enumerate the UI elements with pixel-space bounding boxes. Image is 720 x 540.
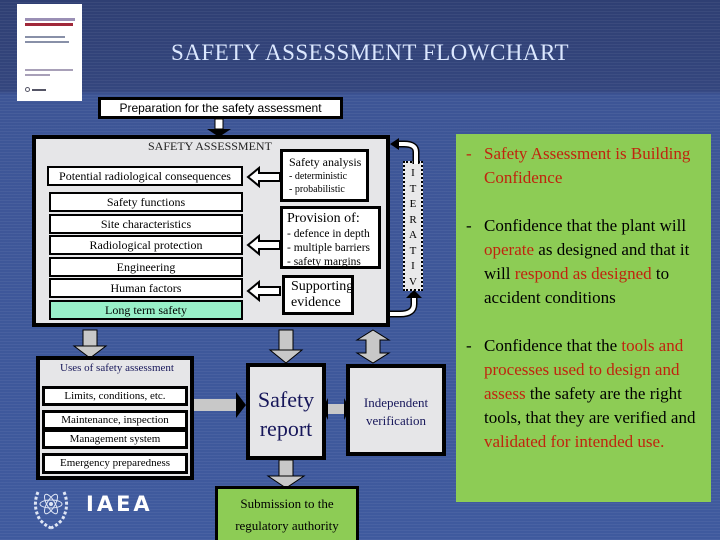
row-safety-functions: Safety functions [49, 192, 243, 212]
uses-row-emergency: Emergency preparedness [42, 453, 188, 474]
iterative-letter: R [409, 213, 417, 226]
arrow-right-icon [194, 392, 246, 418]
independent-verification-line: Independent [363, 395, 429, 410]
bullet-highlight: validated for intended use. [484, 432, 665, 451]
row-site-characteristics: Site characteristics [49, 214, 243, 234]
arrow-down-icon [266, 459, 306, 489]
arrow-left-icon [246, 233, 281, 257]
safety-report-line: Safety [257, 387, 315, 412]
row-radiological-protection: Radiological protection [49, 235, 243, 255]
bullet-tools-processes: - Confidence that the tools and processe… [462, 334, 705, 454]
safety-report-box: Safety report [246, 363, 326, 460]
provision-item: - defence in depth [287, 228, 370, 240]
bullet-building-confidence: - Safety Assessment is Building Confiden… [462, 142, 705, 190]
book-cover-image [17, 4, 82, 101]
bullet-text: Safety Assessment is Building Confidence [484, 144, 691, 187]
iterative-letter: E [409, 198, 417, 210]
iterative-letter: I [411, 167, 415, 179]
preparation-box: Preparation for the safety assessment [98, 97, 343, 119]
submission-line: Submission to the [240, 496, 334, 511]
row-potential-radiological-consequences: Potential radiological consequences [47, 166, 243, 186]
arrow-left-icon [246, 279, 281, 303]
iaea-logo-text: IAEA [86, 492, 153, 516]
row-long-term-safety: Long term safety [49, 300, 243, 320]
bullet-highlight: operate [484, 240, 535, 259]
row-human-factors: Human factors [49, 278, 243, 298]
safety-report-line: report [259, 416, 313, 441]
confidence-panel: - Safety Assessment is Building Confiden… [456, 134, 711, 502]
curved-arrow-up-icon [390, 138, 420, 164]
arrow-down-icon [268, 329, 304, 364]
independent-verification-line: verification [366, 413, 426, 428]
iterative-letter: A [409, 229, 417, 241]
bullet-dash: - [466, 336, 472, 355]
iterative-label: I T E R A T I V E [403, 161, 423, 303]
safety-analysis-item: - probabilistic [289, 184, 345, 195]
bullet-operate-respond: - Confidence that the plant will operate… [462, 214, 705, 310]
provision-item: - multiple barriers [287, 242, 371, 254]
bullet-highlight: respond as designed [514, 264, 652, 283]
iterative-letter: T [409, 182, 417, 195]
row-engineering: Engineering [49, 257, 243, 277]
safety-analysis-box: Safety analysis - deterministic - probab… [280, 149, 369, 202]
uses-row-maintenance: Maintenance, inspection [42, 410, 188, 430]
uses-row-limits: Limits, conditions, etc. [42, 386, 188, 406]
iterative-letter: I [411, 260, 415, 272]
iaea-emblem-icon [33, 491, 69, 530]
supporting-evidence-line: evidence [291, 295, 341, 310]
uses-row-management: Management system [42, 429, 188, 449]
submission-box: Submission to the regulatory authority [215, 486, 359, 540]
arrow-left-icon [246, 165, 281, 189]
curved-arrow-up-icon [390, 290, 422, 318]
iterative-letter: V [409, 275, 417, 288]
safety-analysis-title: Safety analysis [289, 155, 362, 169]
submission-line: regulatory authority [235, 518, 339, 533]
safety-analysis-item: - deterministic [289, 171, 348, 182]
bullet-dash: - [466, 144, 472, 163]
iterative-letter: T [409, 244, 417, 257]
independent-verification-box: Independent verification [346, 364, 446, 456]
arrow-down-icon [72, 329, 108, 359]
bullet-dash: - [466, 216, 472, 235]
double-arrow-icon [355, 329, 391, 364]
supporting-evidence-line: Supporting [291, 279, 354, 294]
safety-assessment-title: SAFETY ASSESSMENT [148, 139, 272, 153]
provision-item: - safety margins [287, 256, 361, 268]
provision-title: Provision of: [287, 211, 360, 226]
provision-box: Provision of: - defence in depth - multi… [280, 206, 381, 269]
uses-title: Uses of safety assessment [60, 362, 174, 374]
bullet-text: Confidence that the [484, 336, 622, 355]
slide-title: SAFETY ASSESSMENT FLOWCHART [170, 40, 570, 65]
supporting-evidence-box: Supporting evidence [282, 275, 354, 315]
bullet-text: Confidence that the plant will [484, 216, 687, 235]
